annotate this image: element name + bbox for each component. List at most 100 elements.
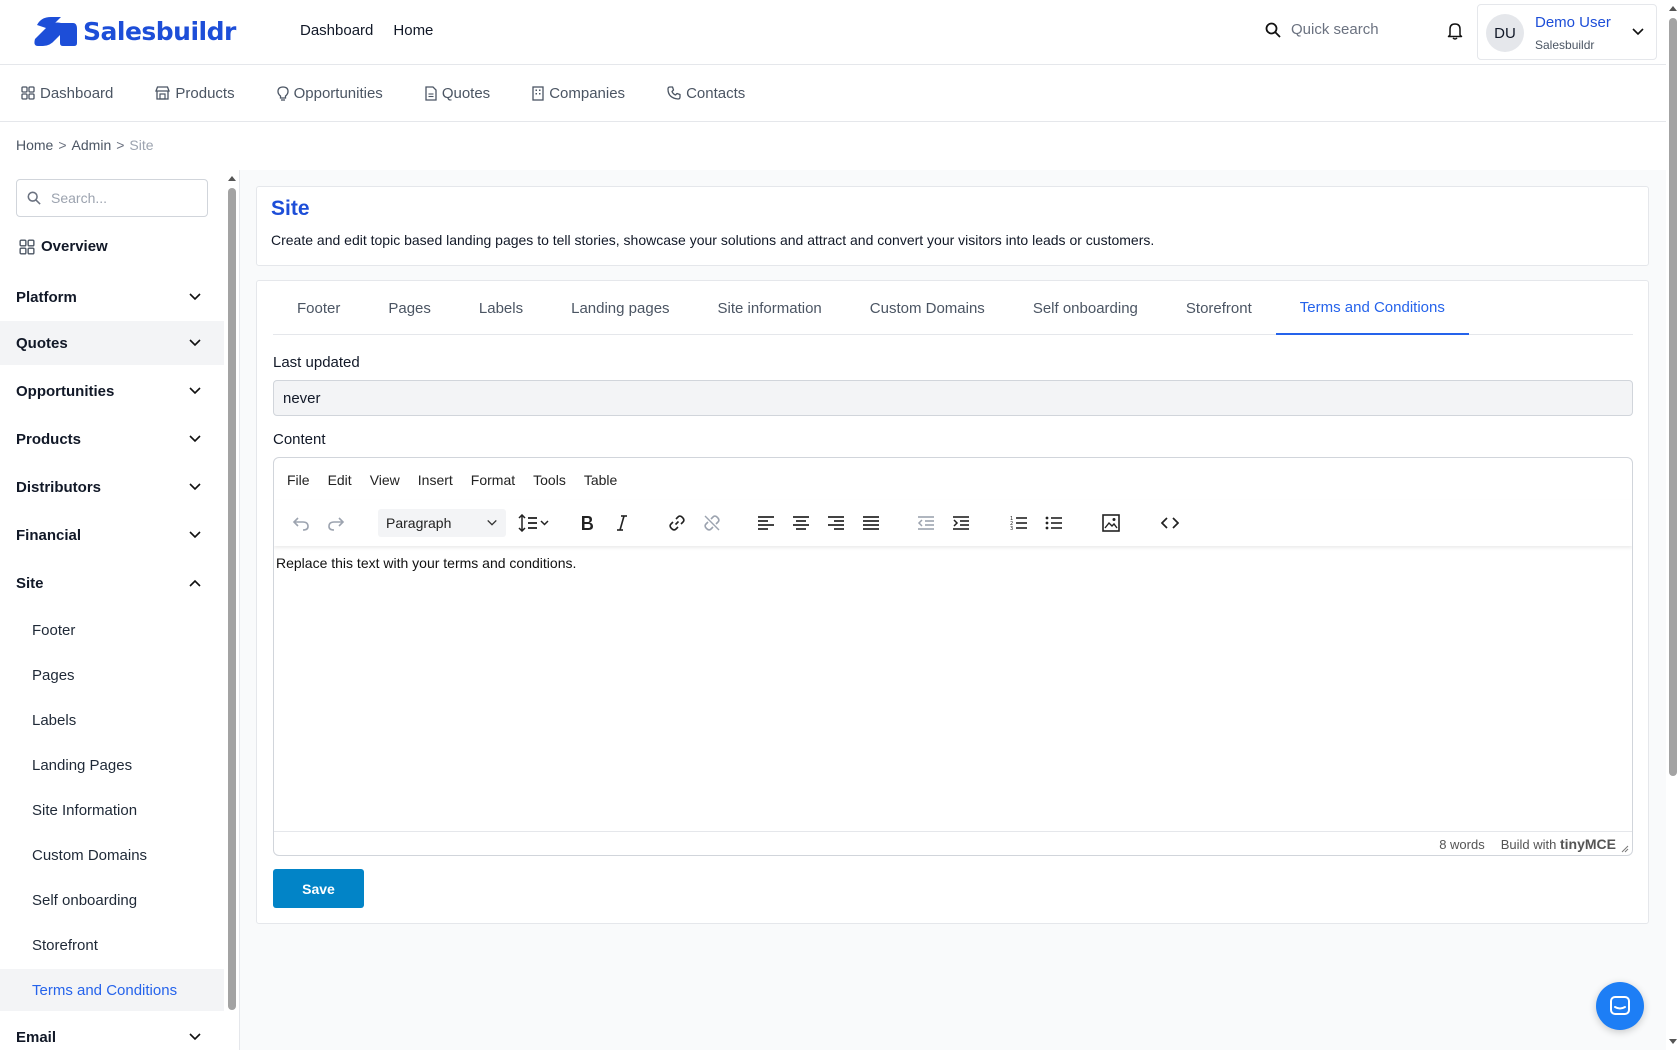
scroll-up-arrow-icon[interactable] (226, 173, 238, 183)
sidebar-item-landing-pages[interactable]: Landing Pages (0, 744, 224, 786)
sidebar-item-footer[interactable]: Footer (0, 609, 224, 651)
sidebar-group-opportunities[interactable]: Opportunities (0, 369, 224, 413)
align-center-button[interactable] (786, 509, 816, 537)
quick-search-placeholder[interactable]: Quick search (1291, 21, 1379, 38)
remove-link-button[interactable] (697, 509, 727, 537)
undo-button[interactable] (286, 509, 316, 537)
sidebar-item-overview[interactable]: Overview (19, 238, 108, 255)
line-height-icon (518, 514, 549, 532)
bell-icon (1447, 23, 1463, 40)
modnav-products[interactable]: Products (155, 85, 235, 102)
breadcrumb-home[interactable]: Home (16, 137, 53, 153)
align-center-icon (793, 516, 809, 530)
logo[interactable]: Salesbuildr (33, 15, 236, 47)
sidebar-group-email[interactable]: Email (0, 1015, 224, 1050)
tab-labels[interactable]: Labels (455, 281, 547, 335)
chevron-down-icon (189, 339, 201, 347)
tab-custom-domains[interactable]: Custom Domains (846, 281, 1009, 335)
undo-icon (292, 517, 309, 531)
redo-button[interactable] (321, 509, 351, 537)
user-menu[interactable]: DU Demo User Salesbuildr (1477, 4, 1657, 60)
numbered-list-button[interactable]: 123 (1004, 509, 1034, 537)
topnav-home-link[interactable]: Home (393, 22, 433, 39)
tab-storefront[interactable]: Storefront (1162, 281, 1276, 335)
modnav-contacts[interactable]: Contacts (667, 85, 745, 102)
phone-icon (667, 86, 681, 100)
last-updated-label: Last updated (273, 354, 360, 371)
indent-icon (953, 516, 969, 530)
modnav-quotes[interactable]: Quotes (425, 85, 490, 102)
save-button[interactable]: Save (273, 869, 364, 908)
chat-widget-button[interactable] (1596, 982, 1644, 1030)
bold-button[interactable] (572, 509, 602, 537)
tab-pages[interactable]: Pages (364, 281, 455, 335)
sidebar-item-self-onboarding[interactable]: Self onboarding (0, 879, 224, 921)
menu-insert[interactable]: Insert (409, 466, 462, 494)
menu-view[interactable]: View (361, 466, 409, 494)
numbered-list-icon: 123 (1010, 516, 1027, 531)
document-icon (425, 85, 437, 101)
breadcrumb-separator: > (58, 137, 67, 153)
menu-tools[interactable]: Tools (524, 466, 575, 494)
quick-search[interactable]: Quick search (1265, 21, 1379, 38)
breadcrumb-current: Site (129, 137, 154, 153)
align-left-button[interactable] (751, 509, 781, 537)
menu-format[interactable]: Format (462, 466, 524, 494)
build-with[interactable]: Build with tinyMCE (1501, 836, 1616, 852)
modnav-companies[interactable]: Companies (532, 85, 625, 102)
menu-table[interactable]: Table (575, 466, 626, 494)
link-icon (669, 515, 685, 531)
modnav-opportunities[interactable]: Opportunities (276, 85, 383, 102)
breadcrumb-admin[interactable]: Admin (72, 137, 112, 153)
sidebar-group-platform[interactable]: Platform (0, 275, 224, 319)
menu-edit[interactable]: Edit (319, 466, 361, 494)
tab-site-information[interactable]: Site information (694, 281, 846, 335)
modnav-label: Companies (549, 84, 626, 102)
bullet-list-button[interactable] (1039, 509, 1069, 537)
sidebar-group-site[interactable]: Site (0, 561, 224, 605)
sidebar-group-products[interactable]: Products (0, 417, 224, 461)
line-height-button[interactable] (514, 509, 554, 537)
outdent-button[interactable] (911, 509, 941, 537)
sidebar-group-label: Distributors (16, 478, 102, 496)
insert-link-button[interactable] (662, 509, 692, 537)
sidebar-group-label: Platform (16, 288, 77, 306)
sidebar-item-site-information[interactable]: Site Information (0, 789, 224, 831)
italic-button[interactable] (607, 509, 637, 537)
sidebar-group-financial[interactable]: Financial (0, 513, 224, 557)
scroll-down-arrow-icon[interactable] (1666, 1037, 1680, 1047)
tab-terms-and-conditions[interactable]: Terms and Conditions (1275, 281, 1469, 335)
sidebar-item-storefront[interactable]: Storefront (0, 924, 224, 966)
align-justify-button[interactable] (856, 509, 886, 537)
sidebar-group-label: Site (16, 574, 44, 592)
topnav-dashboard-link[interactable]: Dashboard (300, 22, 373, 39)
tab-footer[interactable]: Footer (273, 281, 364, 335)
sidebar-scroll-thumb[interactable] (228, 188, 236, 1010)
sidebar-group-distributors[interactable]: Distributors (0, 465, 224, 509)
block-format-select[interactable]: Paragraph (378, 509, 506, 537)
sidebar-item-pages[interactable]: Pages (0, 654, 224, 696)
resize-handle-icon[interactable] (1621, 845, 1629, 853)
breadcrumb: Home > Admin > Site (16, 137, 154, 153)
search-icon (1265, 22, 1281, 38)
align-right-button[interactable] (821, 509, 851, 537)
top-nav: Dashboard Home (300, 22, 433, 39)
editor-content[interactable]: Replace this text with your terms and co… (276, 555, 576, 571)
sidebar-group-quotes[interactable]: Quotes (0, 321, 224, 365)
modnav-dashboard[interactable]: Dashboard (21, 85, 113, 102)
sidebar-item-label: Overview (41, 238, 108, 255)
sidebar-item-custom-domains[interactable]: Custom Domains (0, 834, 224, 876)
sidebar-search-input[interactable]: Search... (16, 179, 208, 217)
sidebar-item-terms-and-conditions[interactable]: Terms and Conditions (0, 969, 224, 1011)
indent-button[interactable] (946, 509, 976, 537)
tab-self-onboarding[interactable]: Self onboarding (1009, 281, 1162, 335)
notifications-button[interactable] (1447, 22, 1463, 43)
page-scroll-thumb[interactable] (1669, 18, 1677, 776)
sidebar-item-labels[interactable]: Labels (0, 699, 224, 741)
tab-landing-pages[interactable]: Landing pages (547, 281, 693, 335)
source-code-button[interactable] (1155, 509, 1185, 537)
menu-file[interactable]: File (278, 466, 319, 494)
insert-image-button[interactable] (1096, 509, 1126, 537)
last-updated-field[interactable]: never (273, 380, 1633, 416)
scroll-up-arrow-icon[interactable] (1666, 3, 1680, 13)
